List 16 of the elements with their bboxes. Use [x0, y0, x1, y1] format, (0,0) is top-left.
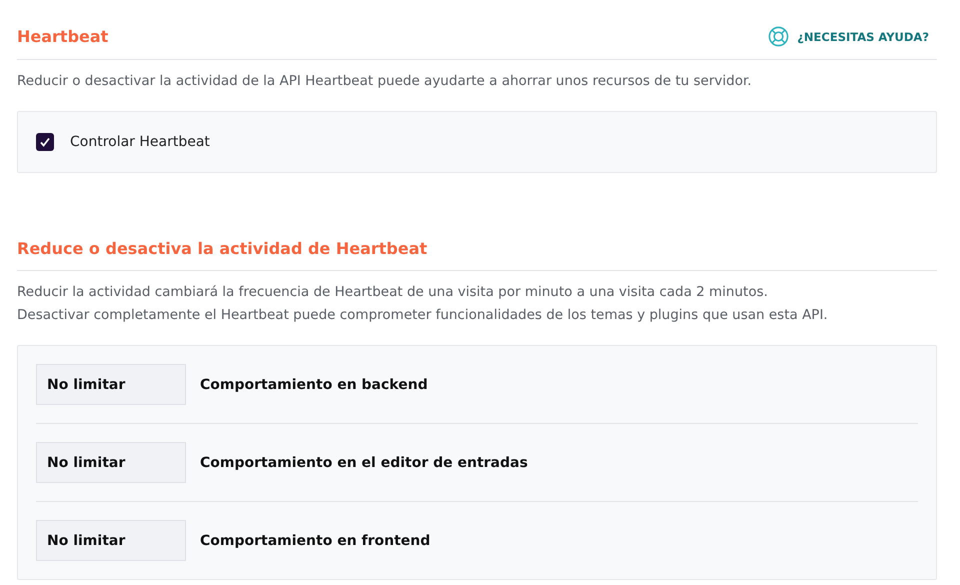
option-label: Comportamiento en frontend — [200, 532, 430, 548]
lifebuoy-icon — [768, 26, 790, 47]
limit-select[interactable]: No limitar — [36, 364, 186, 405]
checkmark-icon — [39, 136, 51, 148]
limit-select[interactable]: No limitar — [36, 520, 186, 561]
description-line: Reducir la actividad cambiará la frecuencia de Heartbeat de una visita por minuto a una visita cada 2 minutos. — [17, 283, 769, 302]
option-label: Comportamiento en backend — [200, 376, 428, 392]
section-title: Heartbeat — [17, 27, 108, 46]
option-label: Comportamiento en el editor de entradas — [200, 454, 528, 470]
section-description: Reducir o desactivar la actividad de la API Heartbeat puede ayudarte a ahorrar unos recursos de tu servidor. — [17, 72, 753, 91]
checkbox[interactable] — [36, 133, 54, 151]
help-link[interactable]: ¿NECESITAS AYUDA? — [768, 26, 929, 47]
checkbox-label: Controlar Heartbeat — [70, 134, 210, 150]
section-title: Reduce o desactiva la actividad de Heartbeat — [17, 239, 428, 258]
limit-select[interactable]: No limitar — [36, 442, 186, 483]
description-line: Desactivar completamente el Heartbeat puede comprometer funcionalidades de los temas y plugins que usan esta API. — [17, 306, 829, 325]
